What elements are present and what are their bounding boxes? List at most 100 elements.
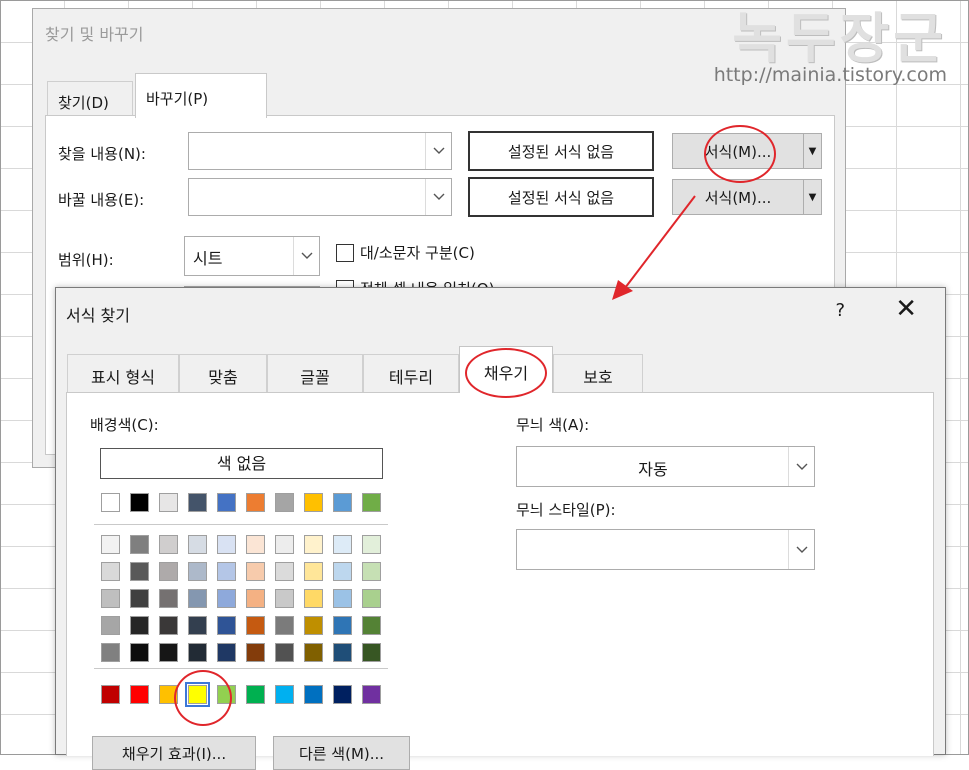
theme-tint-swatch[interactable] — [275, 535, 294, 554]
dropdown-arrow-icon[interactable]: ▼ — [803, 180, 821, 214]
theme-tint-swatch[interactable] — [159, 643, 178, 662]
match-case-checkbox[interactable]: 대/소문자 구분(C) — [336, 242, 475, 263]
theme-tint-swatch[interactable] — [217, 589, 236, 608]
theme-tint-swatch[interactable] — [217, 562, 236, 581]
theme-tint-swatch[interactable] — [217, 643, 236, 662]
theme-tint-swatch[interactable] — [130, 535, 149, 554]
theme-tint-swatch[interactable] — [362, 589, 381, 608]
theme-tint-swatch[interactable] — [159, 616, 178, 635]
scope-select[interactable]: 시트 — [184, 236, 320, 276]
standard-color-swatch[interactable] — [217, 685, 236, 704]
chevron-down-icon[interactable] — [293, 237, 319, 275]
theme-tint-swatch[interactable] — [130, 562, 149, 581]
checkbox-box[interactable] — [336, 243, 354, 262]
chevron-down-icon[interactable] — [425, 179, 451, 215]
theme-color-swatch[interactable] — [362, 493, 381, 512]
theme-color-swatch[interactable] — [275, 493, 294, 512]
theme-tint-swatch[interactable] — [275, 589, 294, 608]
theme-tint-swatch[interactable] — [362, 643, 381, 662]
theme-tint-swatch[interactable] — [304, 616, 323, 635]
close-icon[interactable]: ✕ — [895, 296, 917, 322]
tab-alignment[interactable]: 맞춤 — [179, 354, 267, 392]
theme-tint-swatch[interactable] — [246, 535, 265, 554]
theme-tint-swatch[interactable] — [246, 643, 265, 662]
standard-color-swatch[interactable] — [275, 685, 294, 704]
theme-tint-swatch[interactable] — [101, 616, 120, 635]
theme-tint-swatch[interactable] — [246, 562, 265, 581]
standard-color-swatch[interactable] — [101, 685, 120, 704]
tab-border[interactable]: 테두리 — [363, 354, 459, 392]
theme-tint-swatch[interactable] — [188, 535, 207, 554]
theme-color-swatch[interactable] — [159, 493, 178, 512]
no-color-button[interactable]: 색 없음 — [100, 448, 383, 479]
standard-color-swatch[interactable] — [130, 685, 149, 704]
theme-tint-swatch[interactable] — [304, 589, 323, 608]
theme-tint-swatch[interactable] — [362, 616, 381, 635]
theme-tint-swatch[interactable] — [275, 562, 294, 581]
theme-color-swatch[interactable] — [188, 493, 207, 512]
find-what-combo[interactable] — [188, 132, 452, 170]
theme-tint-swatch[interactable] — [159, 589, 178, 608]
theme-tint-swatch[interactable] — [333, 616, 352, 635]
theme-tint-swatch[interactable] — [188, 562, 207, 581]
chevron-down-icon[interactable] — [425, 133, 451, 169]
tab-protection[interactable]: 보호 — [553, 354, 643, 392]
theme-color-swatch[interactable] — [304, 493, 323, 512]
standard-color-swatch[interactable] — [246, 685, 265, 704]
chevron-down-icon[interactable] — [788, 447, 814, 486]
theme-tint-swatch[interactable] — [246, 589, 265, 608]
theme-tint-swatch[interactable] — [101, 643, 120, 662]
pattern-color-select[interactable]: 자동 — [516, 446, 815, 487]
dropdown-arrow-icon[interactable]: ▼ — [803, 134, 821, 168]
standard-color-swatch[interactable] — [304, 685, 323, 704]
pattern-style-select[interactable] — [516, 529, 815, 570]
theme-tint-swatch[interactable] — [101, 535, 120, 554]
theme-color-swatch[interactable] — [130, 493, 149, 512]
theme-tint-swatch[interactable] — [130, 643, 149, 662]
tab-font[interactable]: 글꼴 — [267, 354, 363, 392]
help-icon[interactable]: ? — [835, 300, 845, 321]
tab-replace[interactable]: 바꾸기(P) — [135, 73, 267, 118]
theme-tint-swatch[interactable] — [217, 616, 236, 635]
theme-tint-swatch[interactable] — [275, 616, 294, 635]
theme-tint-swatch[interactable] — [130, 616, 149, 635]
tab-fill[interactable]: 채우기 — [459, 346, 553, 393]
theme-tint-swatch[interactable] — [304, 562, 323, 581]
theme-tint-swatch[interactable] — [333, 562, 352, 581]
theme-tint-swatch[interactable] — [217, 535, 236, 554]
tab-find[interactable]: 찾기(D) — [47, 81, 133, 117]
standard-color-swatch[interactable] — [159, 685, 178, 704]
theme-tint-swatch[interactable] — [275, 643, 294, 662]
theme-tint-swatch[interactable] — [246, 616, 265, 635]
theme-tint-swatch[interactable] — [101, 589, 120, 608]
theme-tint-swatch[interactable] — [304, 643, 323, 662]
theme-color-swatch[interactable] — [101, 493, 120, 512]
tab-number-format[interactable]: 표시 형식 — [67, 354, 179, 392]
theme-tint-swatch[interactable] — [333, 535, 352, 554]
theme-tint-swatch[interactable] — [362, 535, 381, 554]
replace-format-button[interactable]: 서식(M)... ▼ — [672, 179, 822, 215]
theme-tint-swatch[interactable] — [304, 535, 323, 554]
fill-effects-button[interactable]: 채우기 효과(I)... — [92, 736, 256, 770]
theme-tint-swatch[interactable] — [333, 643, 352, 662]
theme-tint-swatch[interactable] — [333, 589, 352, 608]
theme-tint-swatch[interactable] — [188, 643, 207, 662]
standard-color-swatch[interactable] — [362, 685, 381, 704]
theme-tint-swatch[interactable] — [130, 589, 149, 608]
theme-tint-swatch[interactable] — [159, 535, 178, 554]
more-colors-button[interactable]: 다른 색(M)... — [273, 736, 410, 770]
theme-color-swatch[interactable] — [246, 493, 265, 512]
theme-tint-swatch[interactable] — [101, 562, 120, 581]
standard-color-swatch[interactable] — [333, 685, 352, 704]
watermark: 녹두장군 http://mainia.tistory.com — [714, 6, 947, 86]
chevron-down-icon[interactable] — [788, 530, 814, 569]
replace-with-combo[interactable] — [188, 178, 452, 216]
theme-tint-swatch[interactable] — [188, 616, 207, 635]
theme-tint-swatch[interactable] — [362, 562, 381, 581]
theme-color-swatch[interactable] — [217, 493, 236, 512]
standard-color-swatch[interactable] — [185, 682, 210, 707]
theme-tint-swatch[interactable] — [159, 562, 178, 581]
theme-color-swatch[interactable] — [333, 493, 352, 512]
find-format-button[interactable]: 서식(M)... ▼ — [672, 133, 822, 169]
theme-tint-swatch[interactable] — [188, 589, 207, 608]
